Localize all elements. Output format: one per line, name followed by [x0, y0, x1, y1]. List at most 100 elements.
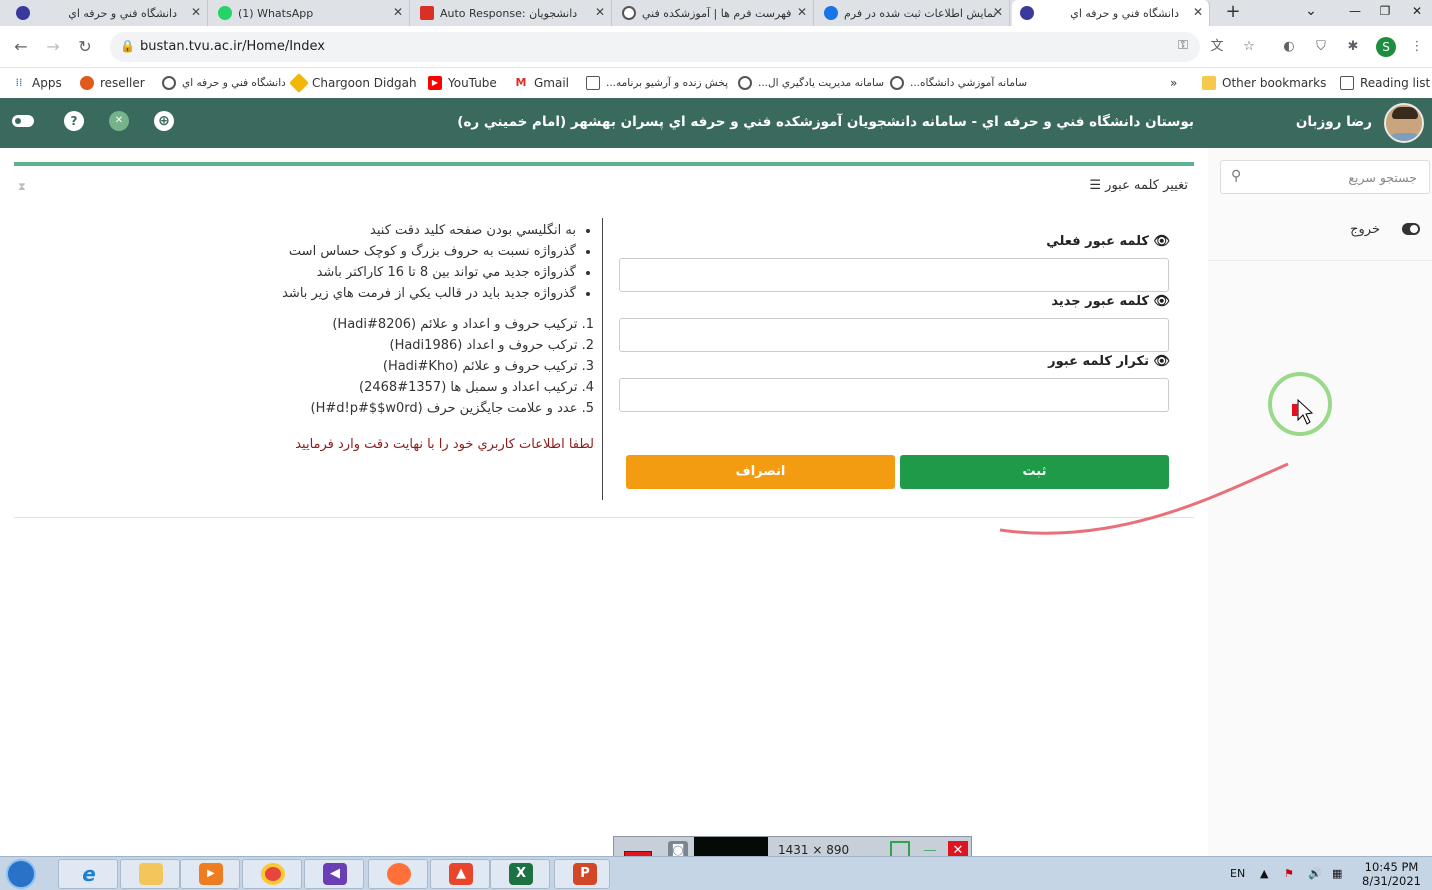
tab-tvu-active[interactable]: دانشگاه فني و حرفه اي ✕ [1012, 0, 1210, 26]
gmail-icon: M [515, 76, 527, 89]
reading-list-icon [1340, 76, 1354, 90]
profile-avatar[interactable]: S [1376, 37, 1396, 57]
taskbar-internet-explorer[interactable]: e [58, 859, 118, 889]
eye-icon[interactable]: 👁 [1153, 234, 1170, 249]
language-indicator[interactable]: EN [1230, 867, 1245, 880]
bookmark-youtube[interactable]: ▶ YouTube [428, 72, 497, 94]
close-tab-icon[interactable]: ✕ [595, 5, 605, 19]
bookmark-tvu[interactable]: دانشگاه فني و حرفه اي [162, 72, 286, 94]
chrome-icon [261, 863, 285, 885]
taskbar-file-manager[interactable] [120, 859, 180, 889]
forward-icon[interactable]: → [42, 36, 64, 58]
globe-icon[interactable]: ⊕ [154, 111, 174, 131]
chargoon-icon [289, 73, 309, 93]
sliders-icon: ☰ [1089, 178, 1102, 193]
close-tab-icon[interactable]: ✕ [191, 5, 201, 19]
close-tab-icon[interactable]: ✕ [797, 5, 807, 19]
card-title: تغيير کلمه عبور ☰ [1089, 178, 1188, 193]
new-password-input[interactable] [619, 318, 1169, 352]
university-favicon-icon [1020, 6, 1034, 20]
logout-toggle-icon[interactable] [1402, 223, 1420, 235]
taskbar-chrome[interactable] [242, 859, 302, 889]
system-clock[interactable]: 10:45 PM 8/31/2021 [1362, 860, 1421, 888]
bookmark-reading-list[interactable]: Reading list [1340, 72, 1430, 94]
bookmark-apps[interactable]: ⁞⁞ Apps [12, 72, 62, 94]
bookmark-chargoon[interactable]: Chargoon Didgah [289, 72, 417, 94]
close-tab-icon[interactable]: ✕ [993, 5, 1003, 19]
shield-icon[interactable]: ⛉ [1312, 38, 1330, 56]
form-favicon-icon [824, 6, 838, 20]
tab-tvu-1[interactable]: دانشگاه فني و حرفه اي ✕ [8, 0, 208, 26]
action-center-icon[interactable]: ⚑ [1284, 867, 1294, 880]
mouse-pointer-icon [1292, 398, 1314, 425]
address-bar[interactable]: 🔒 bustan.tvu.ac.ir/Home/Index ⚿ [110, 32, 1200, 62]
volume-icon[interactable]: 🔊 [1308, 867, 1322, 880]
search-placeholder: جستجو سريع [1348, 170, 1417, 185]
taskbar-visual-studio[interactable]: ◀ [304, 859, 364, 889]
close-circle-icon[interactable]: ✕ [109, 111, 129, 131]
maximize-icon[interactable]: ❐ [1370, 0, 1400, 26]
bookmarks-overflow-chevron[interactable]: » [1170, 72, 1177, 94]
taskbar-powerpoint[interactable]: P [554, 859, 610, 889]
vertical-divider [602, 218, 603, 500]
logout-link[interactable]: خروج [1350, 222, 1380, 237]
globe-favicon-icon [622, 6, 636, 20]
help-icon[interactable]: ? [64, 111, 84, 131]
tray-expand-icon[interactable]: ▲ [1260, 867, 1268, 880]
taskbar-excel[interactable]: X [490, 859, 550, 889]
translate-icon[interactable]: 文 [1208, 38, 1226, 56]
apps-grid-icon: ⁞⁞ [15, 76, 23, 89]
tab-whatsapp[interactable]: (1) WhatsApp ✕ [210, 0, 410, 26]
tab-search-icon[interactable]: ⌄ [1296, 0, 1326, 26]
tab-forms-list[interactable]: فهرست فرم ها | آموزشکده فني ✕ [614, 0, 814, 26]
taskbar-firefox[interactable] [368, 859, 428, 889]
network-icon[interactable]: ▦ [1332, 867, 1342, 880]
menu-kebab-icon[interactable]: ⋮ [1408, 38, 1426, 56]
rule-item: گذرواژه نسبت به حروف بزرگ و کوچک حساس اس… [244, 241, 576, 262]
puzzle-icon[interactable]: ✱ [1344, 38, 1362, 56]
tab-gmail[interactable]: Auto Response: دانشجويان ✕ [412, 0, 612, 26]
cancel-button[interactable]: انصراف [626, 455, 895, 489]
start-button[interactable] [6, 859, 36, 889]
eye-icon[interactable]: 👁 [1153, 354, 1170, 369]
bookmark-star-icon[interactable]: ☆ [1240, 38, 1258, 56]
window-close-icon[interactable]: ✕ [1402, 0, 1432, 26]
current-password-input[interactable] [619, 258, 1169, 292]
folder-icon [1202, 76, 1216, 90]
close-tab-icon[interactable]: ✕ [393, 5, 403, 19]
toggle-icon[interactable] [12, 115, 34, 127]
taskbar-media-player[interactable]: ▶ [180, 859, 240, 889]
reload-icon[interactable]: ↻ [74, 36, 96, 58]
search-icon[interactable]: ⚲ [1231, 168, 1241, 184]
avatar[interactable] [1384, 103, 1424, 143]
current-password-label: 👁 کلمه عبور فعلي [1046, 234, 1170, 249]
recording-dimensions: 1431 × 890 [778, 843, 850, 857]
bookmark-education-system[interactable]: سامانه آموزشي دانشگاه... [890, 72, 1027, 94]
minimize-icon[interactable]: — [1340, 0, 1370, 26]
excel-icon: X [509, 863, 533, 885]
new-tab-button[interactable]: + [1222, 2, 1244, 24]
password-key-icon[interactable]: ⚿ [1178, 38, 1188, 53]
close-tab-icon[interactable]: ✕ [1193, 5, 1203, 19]
extension-icon[interactable]: ◐ [1280, 38, 1298, 56]
back-icon[interactable]: ← [10, 36, 32, 58]
media-player-icon: ▶ [199, 863, 223, 885]
university-favicon-icon [16, 6, 30, 20]
bookmark-live-stream[interactable]: پخش زنده و آرشيو برنامه... [586, 72, 728, 94]
quick-search-input[interactable]: جستجو سريع ⚲ [1220, 160, 1430, 194]
accuracy-note: لطفا اطلاعات کاربري خود را با نهايت دقت … [295, 437, 594, 452]
repeat-password-input[interactable] [619, 378, 1169, 412]
repeat-password-label: 👁 تکرار کلمه عبور [1048, 354, 1170, 369]
rules-bullet-list: به انگليسي بودن صفحه کليد دقت کنيد گذروا… [244, 220, 594, 304]
user-name[interactable]: رضا روزبان [1296, 114, 1372, 130]
taskbar-pdf-reader[interactable]: ▲ [430, 859, 490, 889]
bookmark-lms[interactable]: سامانه مديريت يادگيري ال... [738, 72, 884, 94]
visual-studio-icon: ◀ [323, 863, 347, 885]
bookmark-reseller[interactable]: reseller [80, 72, 145, 94]
rule-item: گذرواژه جديد مي تواند بين 8 تا 16 کاراکت… [244, 262, 576, 283]
gmail-favicon-icon [420, 6, 434, 20]
tab-form-data[interactable]: نمايش اطلاعات ثبت شده در فرم ✕ [816, 0, 1010, 26]
bookmark-gmail[interactable]: M Gmail [514, 72, 570, 94]
bookmark-other[interactable]: Other bookmarks [1202, 72, 1326, 94]
eye-icon[interactable]: 👁 [1153, 294, 1170, 309]
